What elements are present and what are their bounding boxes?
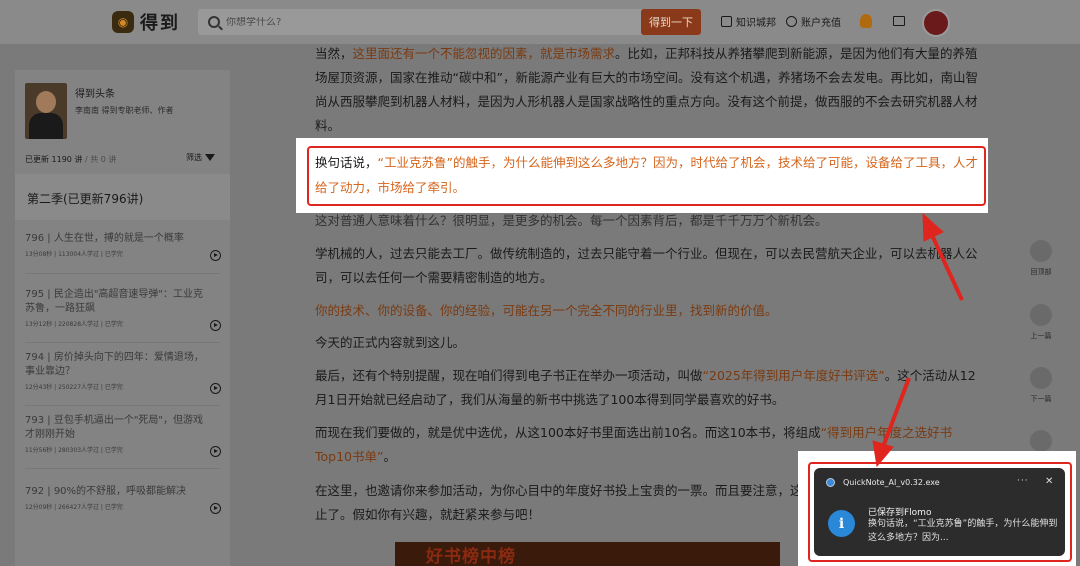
side-nav-label: 回顶部: [1030, 268, 1052, 276]
episode-meta: 13分12秒 | 220828人学过 | 已学完: [25, 321, 123, 328]
logo[interactable]: ◉ 得到: [112, 9, 180, 35]
paragraph-text: 。: [383, 449, 396, 464]
total-count-label: 共 0 讲: [90, 155, 117, 164]
close-icon[interactable]: ✕: [1045, 476, 1053, 487]
notification-app: QuickNote_AI_v0.32.exe: [826, 478, 940, 487]
episode-meta: 13分08秒 | 113004人学过 | 已学完: [25, 251, 123, 258]
episode-title: 794 | 房价掉头向下的四年：爱情退场，事业靠边？: [25, 352, 204, 377]
play-icon[interactable]: [210, 250, 221, 261]
knowledge-city-link[interactable]: 知识城邦: [721, 14, 776, 29]
coin-icon: [786, 16, 797, 27]
play-icon[interactable]: [210, 446, 221, 457]
app-name: QuickNote_AI_v0.32.exe: [843, 478, 940, 487]
search-bar: [198, 9, 644, 35]
comment-icon: [1030, 430, 1052, 452]
filter-button[interactable]: 筛选: [186, 152, 215, 163]
episode-title: 792 | 90%的不舒服，呼吸都能解决: [25, 486, 187, 497]
play-icon[interactable]: [210, 503, 221, 514]
episode-meta: 12分09秒 | 266427人学过 | 已学完: [25, 504, 123, 511]
notification-body: 换句话说，“工业克苏鲁”的触手，为什么能伸到这么多地方？因为...: [868, 519, 1058, 543]
divider: [25, 405, 220, 406]
toast-notification[interactable]: QuickNote_AI_v0.32.exe ··· ✕ i 已保存到Flomo…: [814, 468, 1065, 556]
top-header: ◉ 得到 得到一下 知识城邦 账户充值: [0, 0, 1080, 44]
chevron-left-icon: [1030, 304, 1052, 326]
recharge-label: 账户充值: [801, 18, 841, 29]
season-header[interactable]: 第二季(已更新796讲): [15, 174, 230, 220]
article-paragraph: 今天的正式内容就到这儿。: [315, 335, 466, 350]
user-avatar[interactable]: [922, 9, 950, 37]
chevron-right-icon: [1030, 367, 1052, 389]
search-icon: [208, 16, 220, 28]
knowledge-city-label: 知识城邦: [736, 18, 776, 29]
more-options-icon[interactable]: ···: [1017, 476, 1029, 486]
highlighted-text: 这里面还有一个不能忽视的因素，就是市场需求: [352, 46, 616, 61]
mail-icon[interactable]: [893, 16, 905, 26]
search-button[interactable]: 得到一下: [641, 9, 701, 35]
side-nav-label: 上一篇: [1030, 332, 1052, 340]
previous-article-button[interactable]: 上一篇: [1026, 304, 1056, 341]
next-article-button[interactable]: 下一篇: [1026, 367, 1056, 404]
event-link[interactable]: “2025年得到用户年度好书评选”: [703, 368, 885, 383]
info-icon: i: [828, 510, 855, 537]
arrow-up-icon: [1030, 240, 1052, 262]
paragraph-text: 当然，: [315, 46, 353, 61]
app-icon: [826, 478, 835, 487]
article-paragraph: 当然，这里面还有一个不能忽视的因素，就是市场需求。比如，正邦科技从养猪攀爬到新能…: [315, 42, 981, 138]
episode-title: 795 | 民企造出"高超音速导弹"：工业克苏鲁，一路狂飙: [25, 289, 204, 314]
article-paragraph: 学机械的人，过去只能去工厂。做传统制造的，过去只能守着一个行业。但现在，可以去民…: [315, 246, 978, 285]
article-paragraph: 这对普通人意味着什么？很明显，是更多的机会。每一个因素背后，都是千千万万个新机会…: [315, 213, 828, 228]
filter-label: 筛选: [186, 153, 202, 162]
logo-text: 得到: [140, 13, 180, 34]
paragraph-text: 而现在我们要做的，就是优中选优，从这100本好书里面选出前10名。而这10本书，…: [315, 425, 821, 440]
divider: [25, 273, 220, 274]
episode-item[interactable]: 795 | 民企造出"高超音速导弹"：工业克苏鲁，一路狂飙 13分12秒 | 2…: [25, 288, 221, 331]
play-icon[interactable]: [210, 320, 221, 331]
episode-item[interactable]: 796 | 人生在世，搏的就是一个概率 13分08秒 | 113004人学过 |…: [25, 232, 221, 261]
author-name: 得到头条: [75, 89, 115, 100]
recharge-link[interactable]: 账户充值: [786, 14, 841, 29]
updated-count-label: 已更新 1190 讲: [25, 155, 83, 164]
search-input[interactable]: [226, 16, 606, 28]
quote-highlight-text: “工业克苏鲁”的触手，为什么能伸到这么多地方？因为，时代给了机会，技术给了可能，…: [315, 155, 978, 195]
banner-title: 好书榜中榜: [426, 547, 516, 566]
episode-item[interactable]: 793 | 豆包手机逼出一个"死局"，但游戏才刚刚开始 11分56秒 | 280…: [25, 414, 221, 457]
side-nav-label: 下一篇: [1030, 395, 1052, 403]
update-count: 已更新 1190 讲 / 共 0 讲: [25, 155, 117, 164]
author-card[interactable]: 得到头条 李南南 得到专职老师、作者: [25, 83, 174, 139]
episode-item[interactable]: 794 | 房价掉头向下的四年：爱情退场，事业靠边？ 12分43秒 | 2502…: [25, 351, 221, 394]
filter-icon: [205, 154, 215, 161]
divider: [25, 342, 220, 343]
book-icon: [721, 16, 732, 27]
course-sidebar: 得到头条 李南南 得到专职老师、作者 已更新 1190 讲 / 共 0 讲 筛选…: [15, 70, 230, 566]
episode-meta: 12分43秒 | 250227人学过 | 已学完: [25, 384, 123, 391]
episode-title: 793 | 豆包手机逼出一个"死局"，但游戏才刚刚开始: [25, 415, 204, 440]
logo-owl-icon: ◉: [112, 11, 134, 33]
author-photo: [25, 83, 67, 139]
highlighted-quote[interactable]: 换句话说，“工业克苏鲁”的触手，为什么能伸到这么多地方？因为，时代给了机会，技术…: [315, 150, 983, 200]
quote-lead-text: 换句话说，: [315, 155, 378, 170]
episode-meta: 11分56秒 | 280303人学过 | 已学完: [25, 447, 123, 454]
episode-title: 796 | 人生在世，搏的就是一个概率: [25, 233, 184, 244]
lightbulb-icon[interactable]: [860, 14, 872, 28]
episode-item[interactable]: 792 | 90%的不舒服，呼吸都能解决 12分09秒 | 266427人学过 …: [25, 485, 221, 514]
paragraph-text: 最后，还有个特别提醒，现在咱们得到电子书正在举办一项活动，叫做: [315, 368, 703, 383]
author-description: 李南南 得到专职老师、作者: [75, 106, 174, 115]
divider: [25, 468, 220, 469]
play-icon[interactable]: [210, 383, 221, 394]
article-paragraph: 最后，还有个特别提醒，现在咱们得到电子书正在举办一项活动，叫做“2025年得到用…: [315, 364, 981, 412]
back-to-top-button[interactable]: 回顶部: [1026, 240, 1056, 277]
article-paragraph-highlighted: 你的技术、你的设备、你的经验，可能在另一个完全不同的行业里，找到新的价值。: [315, 303, 778, 318]
